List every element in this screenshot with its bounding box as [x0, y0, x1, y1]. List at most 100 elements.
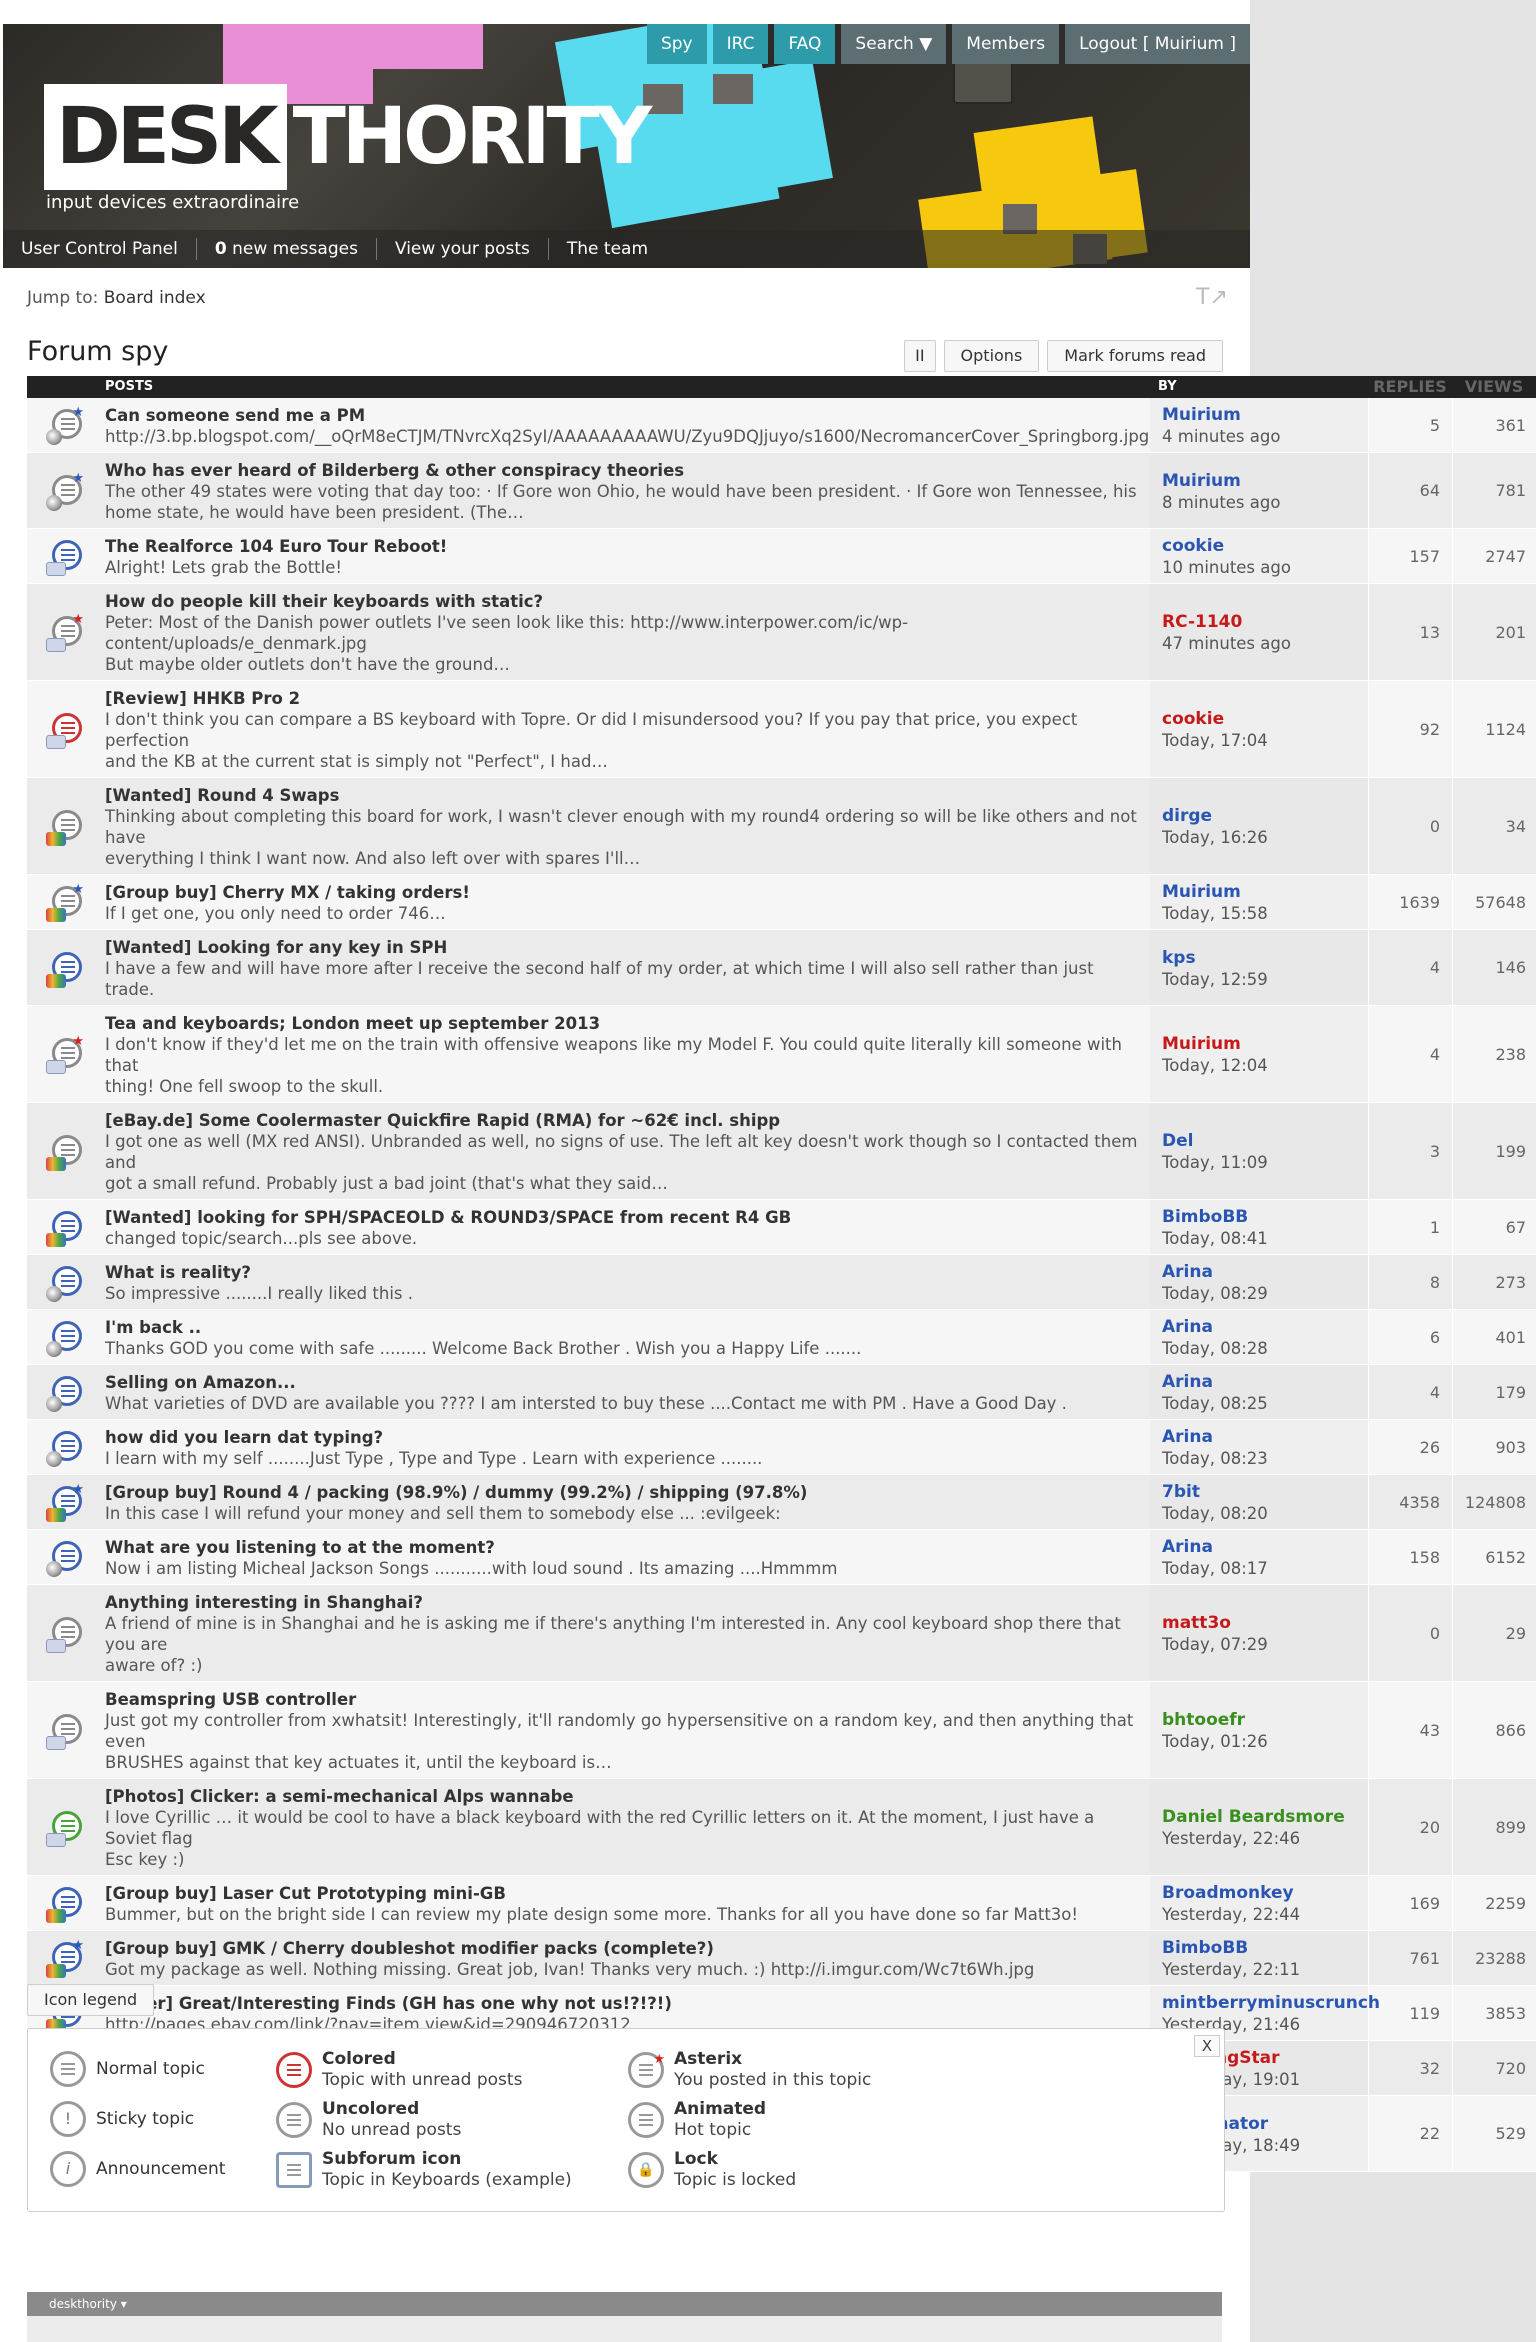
- author-link[interactable]: Arina: [1162, 1427, 1368, 1448]
- topic-status-cell: ★: [27, 1475, 105, 1529]
- options-button[interactable]: Options: [943, 340, 1040, 372]
- topic-title-link[interactable]: Who has ever heard of Bilderberg & other…: [105, 460, 1142, 481]
- author-link[interactable]: cookie: [1162, 536, 1368, 557]
- topic-status-icon: ★: [46, 405, 86, 445]
- topic-title-link[interactable]: Selling on Amazon...: [105, 1372, 1142, 1393]
- forum-keyboard-icon: [46, 1833, 66, 1847]
- topic-title-link[interactable]: how did you learn dat typing?: [105, 1427, 1142, 1448]
- author-link[interactable]: Arina: [1162, 1317, 1368, 1338]
- author-link[interactable]: bhtooefr: [1162, 1710, 1368, 1731]
- author-link[interactable]: Muirium: [1162, 1034, 1368, 1055]
- topic-title-link[interactable]: Anything interesting in Shanghai?: [105, 1592, 1142, 1613]
- ucp-link[interactable]: User Control Panel: [3, 238, 197, 260]
- nav-irc-button[interactable]: IRC: [712, 24, 769, 64]
- post-time: Today, 11:09: [1162, 1153, 1268, 1172]
- topic-title-link[interactable]: The Realforce 104 Euro Tour Reboot!: [105, 536, 1142, 557]
- topic-status-cell: [27, 1365, 105, 1419]
- author-link[interactable]: BimboBB: [1162, 1207, 1368, 1228]
- mark-forums-read-button[interactable]: Mark forums read: [1047, 340, 1223, 372]
- topic-snippet: Just got my controller from xwhatsit! In…: [105, 1711, 1134, 1751]
- font-size-icon[interactable]: T↗: [1196, 285, 1228, 310]
- table-row: ★ [Group buy] GMK / Cherry doubleshot mod…: [27, 1931, 1536, 1986]
- legend-close-button[interactable]: X: [1194, 2035, 1220, 2057]
- table-row: ★ Can someone send me a PM http://3.bp.blo…: [27, 398, 1536, 453]
- topic-title-link[interactable]: [Wanted] Looking for any key in SPH: [105, 937, 1142, 958]
- footer-menu[interactable]: deskthority ▾: [27, 2292, 1222, 2316]
- nav-logout-button[interactable]: Logout [ Muirium ]: [1065, 24, 1250, 64]
- icon-legend-button[interactable]: Icon legend: [27, 1984, 155, 2016]
- topic-title-link[interactable]: What are you listening to at the moment?: [105, 1537, 1142, 1558]
- author-link[interactable]: mintberryminuscrunch: [1162, 1993, 1380, 2014]
- author-link[interactable]: Arina: [1162, 1537, 1368, 1558]
- author-link[interactable]: Del: [1162, 1131, 1368, 1152]
- topic-title-link[interactable]: Can someone send me a PM: [105, 405, 1142, 426]
- topic-snippet: In this case I will refund your money an…: [105, 1504, 781, 1523]
- replies-count: 1: [1368, 1200, 1452, 1254]
- views-count: 1124: [1452, 681, 1536, 777]
- topic-title-link[interactable]: [Wanted] looking for SPH/SPACEOLD & ROUN…: [105, 1207, 1142, 1228]
- views-count: 401: [1452, 1310, 1536, 1364]
- topic-title-link[interactable]: [Other] Great/Interesting Finds (GH has …: [105, 1993, 1142, 2014]
- author-link[interactable]: RC-1140: [1162, 612, 1368, 633]
- nav-spy-button[interactable]: Spy: [646, 24, 707, 64]
- logo-desk: DESK: [44, 84, 287, 190]
- legend-asterix-title: Asterix: [674, 2049, 743, 2069]
- team-link[interactable]: The team: [549, 238, 666, 260]
- posted-star-icon: ★: [72, 470, 84, 486]
- nav-search-dropdown[interactable]: Search ▼: [841, 24, 947, 64]
- your-posts-link[interactable]: View your posts: [377, 238, 549, 260]
- table-row: [Photos] Clicker: a semi-mechanical Alps…: [27, 1779, 1536, 1876]
- author-link[interactable]: Muirium: [1162, 471, 1368, 492]
- author-cell: dirge Today, 16:26: [1150, 778, 1368, 874]
- author-cell: cookie 10 minutes ago: [1150, 529, 1368, 583]
- topic-status-icon: [46, 709, 86, 749]
- author-link[interactable]: Arina: [1162, 1372, 1368, 1393]
- author-cell: bhtooefr Today, 01:26: [1150, 1682, 1368, 1778]
- pause-button[interactable]: II: [904, 340, 936, 372]
- topic-title-link[interactable]: How do people kill their keyboards with …: [105, 591, 1142, 612]
- posted-star-icon: ★: [72, 405, 84, 420]
- author-link[interactable]: Daniel Beardsmore: [1162, 1807, 1368, 1828]
- topic-title-link[interactable]: [Group buy] GMK / Cherry doubleshot modi…: [105, 1938, 1142, 1959]
- author-link[interactable]: Muirium: [1162, 882, 1368, 903]
- nav-members-button[interactable]: Members: [952, 24, 1060, 64]
- nav-faq-button[interactable]: FAQ: [774, 24, 836, 64]
- author-link[interactable]: cookie: [1162, 709, 1368, 730]
- views-count: 781: [1452, 453, 1536, 528]
- legend-normal-label: Normal topic: [96, 2059, 205, 2079]
- table-row: [Group buy] Laser Cut Prototyping mini-G…: [27, 1876, 1536, 1931]
- topic-snippet: So impressive ........I really liked thi…: [105, 1284, 413, 1303]
- author-link[interactable]: 7bit: [1162, 1482, 1368, 1503]
- topic-title-link[interactable]: Tea and keyboards; London meet up septem…: [105, 1013, 1142, 1034]
- author-link[interactable]: BimboBB: [1162, 1938, 1368, 1959]
- replies-count: 0: [1368, 1585, 1452, 1681]
- topic-title-link[interactable]: [Wanted] Round 4 Swaps: [105, 785, 1142, 806]
- views-count: 179: [1452, 1365, 1536, 1419]
- author-link[interactable]: kps: [1162, 948, 1368, 969]
- topic-title-link[interactable]: I'm back ..: [105, 1317, 1142, 1338]
- author-link[interactable]: Broadmonkey: [1162, 1883, 1368, 1904]
- topic-title-link[interactable]: [Group buy] Laser Cut Prototyping mini-G…: [105, 1883, 1142, 1904]
- site-logo[interactable]: DESK THORITY: [44, 84, 652, 190]
- board-index-link[interactable]: Board index: [104, 288, 206, 308]
- topic-title-link[interactable]: [Group buy] Round 4 / packing (98.9%) / …: [105, 1482, 1142, 1503]
- posted-star-icon: ★: [72, 612, 84, 627]
- topic-title-link[interactable]: [Photos] Clicker: a semi-mechanical Alps…: [105, 1786, 1142, 1807]
- author-link[interactable]: Arina: [1162, 1262, 1368, 1283]
- messages-link[interactable]: 0 new messages: [197, 238, 377, 260]
- topic-title-link[interactable]: What is reality?: [105, 1262, 1142, 1283]
- post-time: 4 minutes ago: [1162, 427, 1281, 446]
- normal-topic-icon: [50, 2051, 86, 2087]
- topic-title-link[interactable]: [Review] HHKB Pro 2: [105, 688, 1142, 709]
- author-link[interactable]: matt3o: [1162, 1613, 1368, 1634]
- topic-title-link[interactable]: [Group buy] Cherry MX / taking orders!: [105, 882, 1142, 903]
- topic-title-link[interactable]: [eBay.de] Some Coolermaster Quickfire Ra…: [105, 1110, 1142, 1131]
- topic-status-icon: ★: [46, 1938, 86, 1978]
- author-link[interactable]: dirge: [1162, 806, 1368, 827]
- topic-cell: [eBay.de] Some Coolermaster Quickfire Ra…: [105, 1103, 1150, 1199]
- author-link[interactable]: Muirium: [1162, 405, 1368, 426]
- topic-title-link[interactable]: Beamspring USB controller: [105, 1689, 1142, 1710]
- asterix-icon: ★: [628, 2052, 665, 2088]
- views-count: 57648: [1452, 875, 1536, 929]
- table-row: ★ How do people kill their keyboards with…: [27, 584, 1536, 681]
